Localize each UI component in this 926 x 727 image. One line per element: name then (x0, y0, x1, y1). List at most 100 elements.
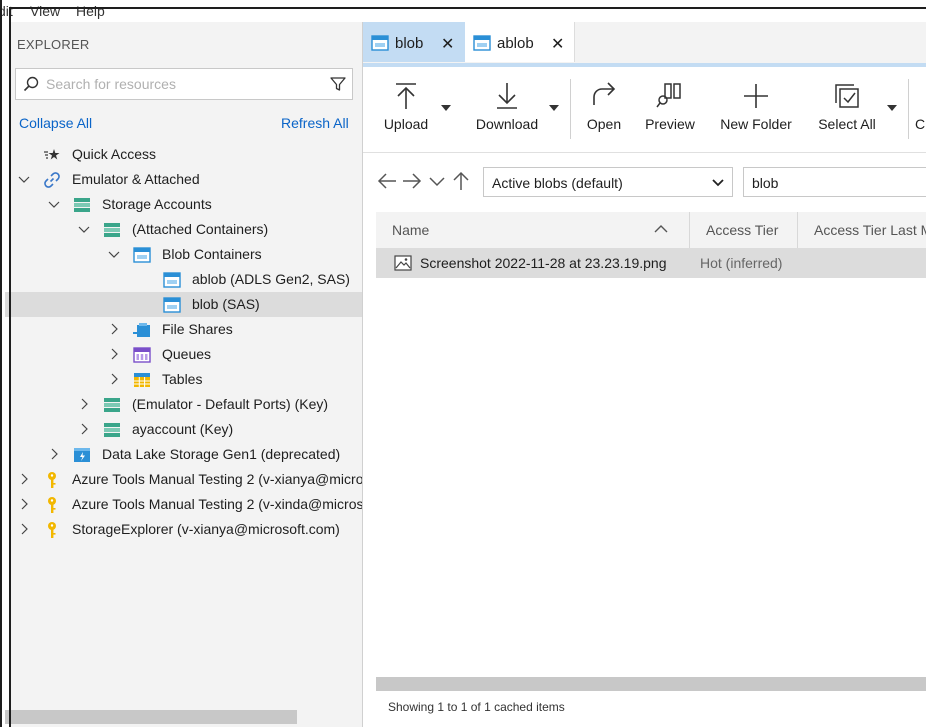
tree-item-subscription-2[interactable]: Azure Tools Manual Testing 2 (v-xinda@mi… (11, 492, 363, 517)
explorer-panel: EXPLORER Collapse All Refresh All Quick … (5, 22, 363, 727)
close-icon[interactable]: ✕ (551, 34, 564, 54)
chevron-right-icon[interactable] (108, 348, 120, 360)
tree-item-ayaccount[interactable]: ayaccount (Key) (11, 417, 363, 442)
table-row[interactable]: Screenshot 2022-11-28 at 23.23.19.png Ho… (376, 248, 926, 278)
upload-button[interactable]: Upload (373, 67, 439, 151)
chevron-down-icon[interactable] (108, 248, 120, 260)
tree-item-subscription-3[interactable]: StorageExplorer (v-xianya@microsoft.com) (11, 517, 363, 542)
search-input[interactable] (46, 74, 316, 94)
tree-label: ayaccount (Key) (132, 421, 234, 437)
preview-button[interactable]: Preview (637, 67, 703, 151)
file-share-icon (133, 323, 150, 337)
tree-label: ablob (ADLS Gen2, SAS) (192, 271, 350, 287)
key-icon (48, 472, 56, 488)
cell-access-tier: Hot (inferred) (700, 255, 783, 271)
tree-item-file-shares[interactable]: File Shares (11, 317, 363, 342)
menu-bar: dit View Help (0, 0, 926, 22)
chevron-right-icon[interactable] (78, 423, 90, 435)
select-all-label: Select All (818, 116, 876, 132)
data-lake-icon (74, 448, 90, 462)
chevron-down-icon[interactable] (426, 170, 448, 192)
open-icon (593, 82, 616, 105)
tree-item-blob-containers[interactable]: Blob Containers (11, 242, 363, 267)
close-icon[interactable]: ✕ (441, 34, 454, 54)
refresh-all-link[interactable]: Refresh All (281, 115, 349, 131)
view-mode-select[interactable]: Active blobs (default) (483, 167, 733, 197)
blob-container-icon (163, 297, 181, 313)
menu-view[interactable]: View (30, 3, 60, 19)
chevron-down-icon[interactable] (48, 198, 60, 210)
chevron-down-icon[interactable] (18, 173, 30, 185)
tree-label: Queues (162, 346, 212, 362)
chevron-down-icon (712, 179, 724, 187)
search-icon (23, 76, 39, 92)
window-edge (0, 0, 2, 727)
key-icon (48, 522, 56, 538)
tree-label: Blob Containers (162, 246, 262, 262)
tree-item-tables[interactable]: Tables (11, 367, 363, 392)
tree-label: Data Lake Storage Gen1 (deprecated) (102, 446, 341, 462)
select-all-dropdown-caret-icon[interactable] (887, 105, 897, 111)
search-box[interactable] (15, 68, 353, 100)
link-icon (44, 172, 60, 188)
storage-account-icon (74, 198, 90, 212)
chevron-down-icon[interactable] (78, 223, 90, 235)
chevron-right-icon[interactable] (78, 398, 90, 410)
tree-item-blob[interactable]: blob (SAS) (5, 292, 363, 317)
tree-item-subscription-1[interactable]: Azure Tools Manual Testing 2 (v-xianya@m… (11, 467, 363, 492)
new-folder-label: New Folder (720, 116, 792, 132)
upload-dropdown-caret-icon[interactable] (441, 105, 451, 111)
grid-horizontal-scrollbar[interactable] (376, 677, 926, 691)
chevron-right-icon[interactable] (108, 373, 120, 385)
path-box[interactable] (743, 167, 926, 197)
window-edge (9, 7, 11, 727)
back-arrow-icon[interactable] (376, 170, 398, 192)
tab-blob[interactable]: blob ✕ (363, 22, 465, 62)
tree-item-quick-access[interactable]: Quick Access (11, 142, 363, 167)
tree-item-emulator-default[interactable]: (Emulator - Default Ports) (Key) (11, 392, 363, 417)
key-icon (48, 497, 56, 513)
quick-access-icon (44, 149, 60, 160)
path-input[interactable] (752, 173, 922, 193)
new-folder-button[interactable]: New Folder (711, 67, 801, 151)
toolbar: Upload Download Open Preview New Folder … (363, 67, 926, 155)
forward-arrow-icon[interactable] (401, 170, 423, 192)
tree-item-queues[interactable]: Queues (11, 342, 363, 367)
up-arrow-icon[interactable] (450, 170, 472, 192)
column-header-label: Name (392, 222, 430, 238)
filter-icon[interactable] (329, 75, 347, 93)
open-label: Open (586, 116, 622, 132)
tree-item-emulator-attached[interactable]: Emulator & Attached (11, 167, 363, 192)
open-button[interactable]: Open (575, 67, 633, 151)
chevron-right-icon[interactable] (108, 323, 120, 335)
tab-ablob[interactable]: ablob ✕ (465, 22, 575, 62)
toolbar-divider (363, 152, 926, 153)
upload-icon (396, 83, 416, 109)
column-header-access-tier[interactable]: Access Tier (690, 212, 798, 248)
column-header-access-tier-last-modified[interactable]: Access Tier Last Modified (798, 212, 926, 248)
download-button[interactable]: Download (467, 67, 547, 151)
tree-label: StorageExplorer (v-xianya@microsoft.com) (72, 521, 340, 537)
select-all-button[interactable]: Select All (811, 67, 883, 151)
tree-label: (Attached Containers) (132, 221, 269, 237)
chevron-right-icon[interactable] (18, 523, 30, 535)
collapse-all-link[interactable]: Collapse All (19, 115, 92, 131)
toolbar-separator (908, 79, 909, 139)
more-toolbar-button[interactable]: C (915, 67, 926, 151)
download-dropdown-caret-icon[interactable] (549, 105, 559, 111)
tree-item-data-lake[interactable]: Data Lake Storage Gen1 (deprecated) (11, 442, 363, 467)
chevron-right-icon[interactable] (18, 498, 30, 510)
blob-container-icon (163, 272, 181, 288)
column-header-name[interactable]: Name (376, 212, 690, 248)
storage-account-icon (104, 223, 120, 237)
tree-item-ablob[interactable]: ablob (ADLS Gen2, SAS) (11, 267, 363, 292)
tree-item-storage-accounts[interactable]: Storage Accounts (11, 192, 363, 217)
toolbar-separator (570, 79, 571, 139)
tree-item-attached-containers[interactable]: (Attached Containers) (11, 217, 363, 242)
tab-label: blob (395, 35, 424, 52)
chevron-right-icon[interactable] (18, 473, 30, 485)
column-header-label: Access Tier (706, 222, 779, 238)
menu-help[interactable]: Help (76, 3, 105, 19)
chevron-right-icon[interactable] (48, 448, 60, 460)
explorer-horizontal-scrollbar[interactable] (5, 710, 297, 724)
